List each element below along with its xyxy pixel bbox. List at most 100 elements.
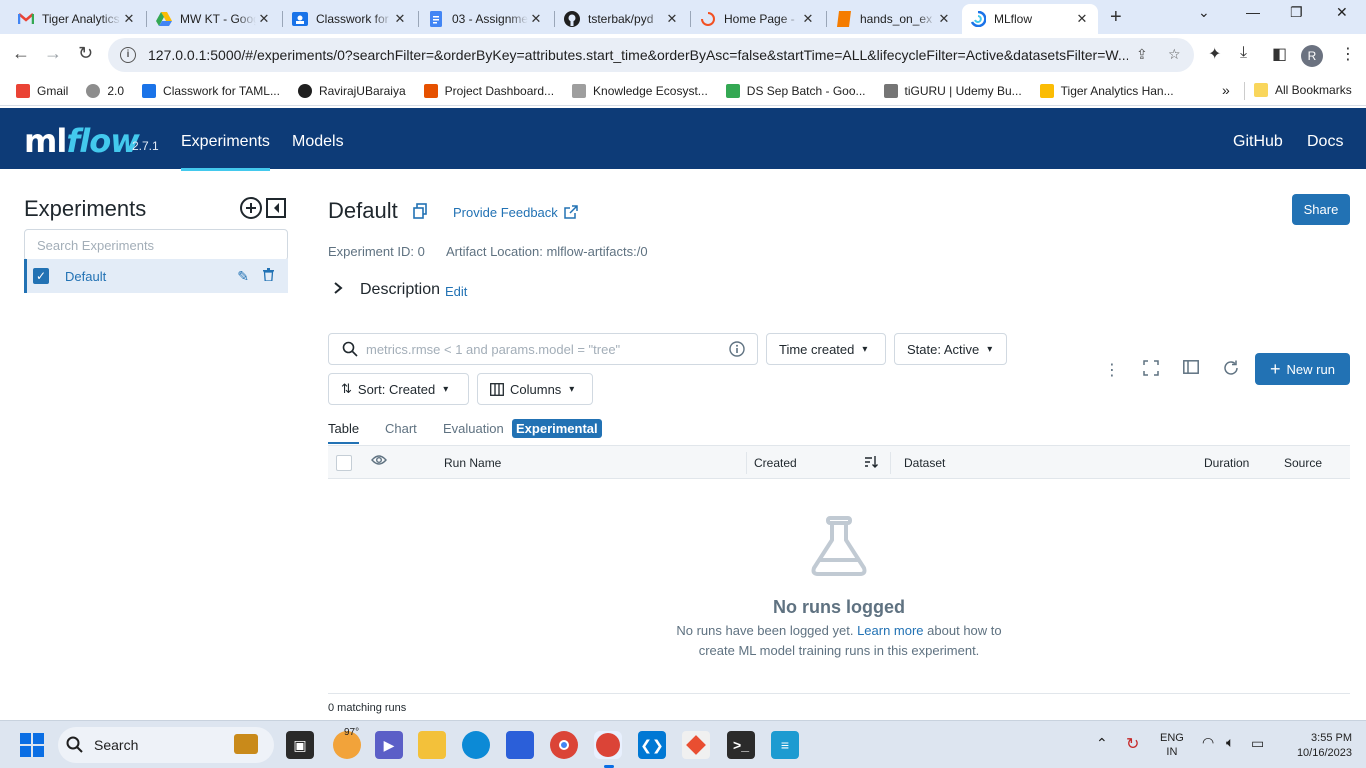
close-icon[interactable]: ✕ (392, 11, 408, 27)
provide-feedback-link[interactable]: Provide Feedback (453, 205, 579, 220)
edge-icon[interactable] (462, 731, 490, 759)
sidebar-item-default[interactable]: ✓ Default ✎ (24, 259, 288, 293)
browser-tab-4[interactable]: 03 - Assignment ✕ (420, 4, 552, 34)
extensions-icon[interactable]: ✦ (1208, 44, 1221, 64)
download-icon[interactable]: ⤓ (1240, 44, 1247, 62)
close-icon[interactable]: ✕ (664, 11, 680, 27)
refresh-icon[interactable] (1223, 360, 1239, 381)
nav-github[interactable]: GitHub (1233, 133, 1283, 151)
close-icon[interactable]: ✕ (256, 11, 272, 27)
restore-icon[interactable]: ❐ (1290, 4, 1303, 21)
task-view-icon[interactable]: ▣ (286, 731, 314, 759)
sync-icon[interactable]: ↻ (1126, 734, 1139, 754)
collapse-sidebar-icon[interactable] (264, 196, 288, 226)
search-experiments-input[interactable] (24, 229, 288, 261)
url-text[interactable]: 127.0.0.1:5000/#/experiments/0?searchFil… (148, 47, 1128, 63)
reload-icon[interactable]: ↻ (78, 43, 93, 64)
terminal-icon[interactable]: >_ (727, 731, 755, 759)
new-tab-button[interactable]: + (1110, 6, 1122, 29)
taskbar-search[interactable]: Search (58, 727, 274, 763)
git-icon[interactable] (682, 731, 710, 759)
share-page-icon[interactable]: ⇪ (1136, 46, 1148, 63)
tab-table[interactable]: Table (328, 421, 360, 444)
bookmark-item[interactable]: Tiger Analytics Han... (1039, 83, 1174, 98)
back-arrow-icon[interactable]: ← (12, 43, 30, 64)
side-panel-icon[interactable]: ◧ (1272, 44, 1287, 64)
file-explorer-icon[interactable] (418, 731, 446, 759)
mlflow-logo[interactable]: mlflow (24, 122, 140, 160)
more-bookmarks-icon[interactable]: » (1222, 82, 1230, 98)
bookmark-item[interactable]: DS Sep Batch - Goo... (725, 83, 866, 98)
browser-tab-7[interactable]: hands_on_ex ✕ (828, 4, 960, 34)
forward-arrow-icon[interactable]: → (44, 43, 62, 64)
tab-chart[interactable]: Chart (385, 421, 417, 436)
browser-tab-2[interactable]: MW KT - Google ✕ (148, 4, 280, 34)
teams-chat-icon[interactable]: ▶ (375, 731, 403, 759)
chrome-profile-icon[interactable] (594, 731, 622, 759)
wifi-icon[interactable]: ◠ (1202, 734, 1214, 751)
bookmark-gmail[interactable]: Gmail (16, 83, 68, 98)
close-window-icon[interactable]: ✕ (1336, 4, 1348, 21)
description-heading[interactable]: Description (360, 281, 440, 299)
nav-models[interactable]: Models (292, 133, 344, 151)
copy-icon[interactable] (413, 203, 427, 219)
profile-avatar[interactable]: R (1301, 45, 1323, 67)
menu-kebab-icon[interactable]: ⋮ (1340, 44, 1356, 64)
clock[interactable]: 3:55 PM 10/16/2023 (1282, 731, 1352, 761)
edit-pencil-icon[interactable]: ✎ (237, 268, 249, 285)
kebab-menu-icon[interactable]: ⋮ (1104, 360, 1120, 380)
chevron-up-icon[interactable]: ⌃ (1096, 735, 1108, 752)
tab-search-icon[interactable]: ⌄ (1198, 4, 1210, 21)
chevron-right-icon[interactable] (333, 281, 343, 299)
nav-experiments[interactable]: Experiments (181, 133, 270, 171)
share-button[interactable]: Share (1292, 194, 1350, 225)
sort-dropdown[interactable]: ⇅ Sort: Created ▾ (328, 373, 469, 405)
select-all-checkbox[interactable] (336, 455, 352, 471)
bookmark-item[interactable]: Classwork for TAML... (142, 83, 280, 98)
eye-icon[interactable] (371, 454, 387, 469)
battery-icon[interactable]: ▭ (1251, 735, 1264, 752)
browser-tab-5[interactable]: tsterbak/pyd ✕ (556, 4, 688, 34)
bookmark-item[interactable]: Knowledge Ecosyst... (572, 83, 708, 98)
site-info-icon[interactable]: i (120, 47, 136, 63)
close-icon[interactable]: ✕ (936, 11, 952, 27)
bookmark-item[interactable]: 2.0 (86, 83, 124, 98)
trash-icon[interactable] (263, 268, 274, 284)
columns-dropdown[interactable]: Columns ▾ (477, 373, 593, 405)
run-search-input[interactable] (366, 341, 729, 357)
windows-start-icon[interactable] (20, 733, 44, 757)
store-icon[interactable] (506, 731, 534, 759)
browser-tab-1[interactable]: Tiger Analytics ✕ (10, 4, 145, 34)
column-source[interactable]: Source (1284, 456, 1322, 470)
volume-icon[interactable]: 🔈︎ (1226, 734, 1234, 751)
description-edit-link[interactable]: Edit (445, 284, 467, 299)
bookmark-item[interactable]: tiGURU | Udemy Bu... (883, 83, 1022, 98)
bookmark-item[interactable]: RavirajUBaraiya (297, 83, 406, 98)
address-bar[interactable]: i 127.0.0.1:5000/#/experiments/0?searchF… (108, 38, 1194, 72)
browser-tab-3[interactable]: Classwork for ✕ (284, 4, 416, 34)
language-indicator[interactable]: ENG IN (1160, 731, 1184, 759)
browser-tab-6[interactable]: Home Page - ✕ (692, 4, 824, 34)
side-panel-icon[interactable] (1183, 360, 1199, 379)
vscode-icon[interactable]: ❮❯ (638, 731, 666, 759)
close-icon[interactable]: ✕ (121, 11, 137, 27)
sort-descending-icon[interactable] (864, 455, 878, 472)
checkbox-checked-icon[interactable]: ✓ (33, 268, 49, 284)
browser-tab-mlflow[interactable]: MLflow ✕ (962, 4, 1098, 34)
fullscreen-icon[interactable] (1143, 360, 1159, 381)
info-icon[interactable] (729, 341, 745, 357)
chrome-icon[interactable] (550, 731, 578, 759)
minimize-icon[interactable]: — (1246, 4, 1260, 20)
close-icon[interactable]: ✕ (528, 11, 544, 27)
tab-evaluation[interactable]: Evaluation (443, 421, 504, 436)
column-duration[interactable]: Duration (1204, 456, 1249, 470)
state-dropdown[interactable]: State: Active ▾ (894, 333, 1007, 365)
column-run-name[interactable]: Run Name (444, 456, 501, 470)
bookmark-item[interactable]: Project Dashboard... (423, 83, 554, 98)
all-bookmarks[interactable]: All Bookmarks (1254, 83, 1352, 97)
time-created-dropdown[interactable]: Time created ▾ (766, 333, 886, 365)
star-icon[interactable]: ☆ (1168, 46, 1181, 63)
new-run-button[interactable]: + New run (1255, 353, 1350, 385)
add-experiment-icon[interactable] (239, 196, 263, 226)
close-icon[interactable]: ✕ (800, 11, 816, 27)
